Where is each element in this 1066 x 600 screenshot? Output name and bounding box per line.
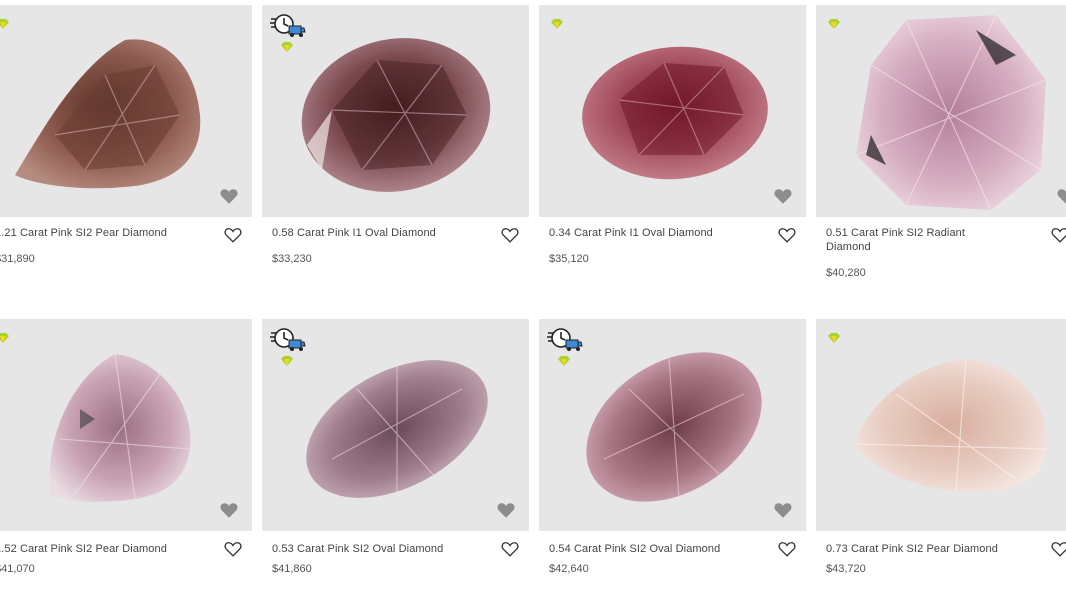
- product-image[interactable]: [816, 5, 1066, 217]
- heart-filled-icon[interactable]: [774, 502, 792, 519]
- product-price: $31,890: [0, 253, 35, 265]
- product-title[interactable]: 0.34 Carat Pink I1 Oval Diamond: [549, 226, 759, 240]
- heart-filled-icon[interactable]: [774, 188, 792, 205]
- heart-filled-icon[interactable]: [220, 188, 238, 205]
- heart-outline-icon[interactable]: [501, 541, 519, 558]
- product-title[interactable]: 0.53 Carat Pink SI2 Oval Diamond: [272, 542, 482, 556]
- heart-outline-icon[interactable]: [224, 541, 242, 558]
- product-title[interactable]: 0.58 Carat Pink I1 Oval Diamond: [272, 226, 482, 240]
- product-price: $33,230: [272, 253, 312, 265]
- product-image[interactable]: [816, 319, 1066, 531]
- heart-outline-icon[interactable]: [778, 541, 796, 558]
- product-title[interactable]: 1.52 Carat Pink SI2 Pear Diamond: [0, 542, 205, 556]
- product-title[interactable]: 1.21 Carat Pink SI2 Pear Diamond: [0, 226, 205, 240]
- fast-shipping-icon: [270, 328, 306, 351]
- diamond-image: [855, 14, 1047, 211]
- heart-outline-icon[interactable]: [224, 227, 242, 244]
- heart-filled-icon[interactable]: [497, 502, 515, 519]
- diamond-image: [15, 39, 201, 189]
- diamond-badge-icon: [828, 19, 840, 29]
- product-price: $41,860: [272, 563, 312, 575]
- product-image[interactable]: [539, 319, 806, 531]
- product-image[interactable]: [539, 5, 806, 217]
- product-title[interactable]: 0.54 Carat Pink SI2 Oval Diamond: [549, 542, 759, 556]
- product-price: $41,070: [0, 563, 35, 575]
- heart-outline-icon[interactable]: [778, 227, 796, 244]
- product-price: $42,640: [549, 563, 589, 575]
- diamond-image: [854, 358, 1047, 492]
- diamond-image: [49, 353, 191, 502]
- product-title[interactable]: 0.73 Carat Pink SI2 Pear Diamond: [826, 542, 1036, 556]
- product-image[interactable]: [262, 319, 529, 531]
- product-title[interactable]: 0.51 Carat Pink SI2 Radiant Diamond: [826, 226, 986, 254]
- fast-shipping-icon: [547, 328, 583, 351]
- diamond-badge-icon: [551, 19, 563, 29]
- product-price: $43,720: [826, 563, 866, 575]
- diamond-badge-icon: [281, 356, 293, 366]
- product-price: $35,120: [549, 253, 589, 265]
- heart-outline-icon[interactable]: [501, 227, 519, 244]
- diamond-badge-icon: [0, 333, 9, 343]
- heart-filled-icon[interactable]: [220, 502, 238, 519]
- diamond-badge-icon: [558, 356, 570, 366]
- diamond-badge-icon: [281, 42, 293, 52]
- product-image[interactable]: [0, 319, 252, 531]
- diamond-badge-icon: [828, 333, 840, 343]
- diamond-badge-icon: [0, 19, 9, 29]
- diamond-image: [582, 46, 768, 180]
- product-image[interactable]: [0, 5, 252, 217]
- heart-outline-icon[interactable]: [1051, 541, 1066, 558]
- heart-outline-icon[interactable]: [1051, 227, 1066, 244]
- fast-shipping-icon: [270, 14, 306, 37]
- heart-filled-icon[interactable]: [1057, 188, 1066, 205]
- product-price: $40,280: [826, 267, 866, 279]
- product-image[interactable]: [262, 5, 529, 217]
